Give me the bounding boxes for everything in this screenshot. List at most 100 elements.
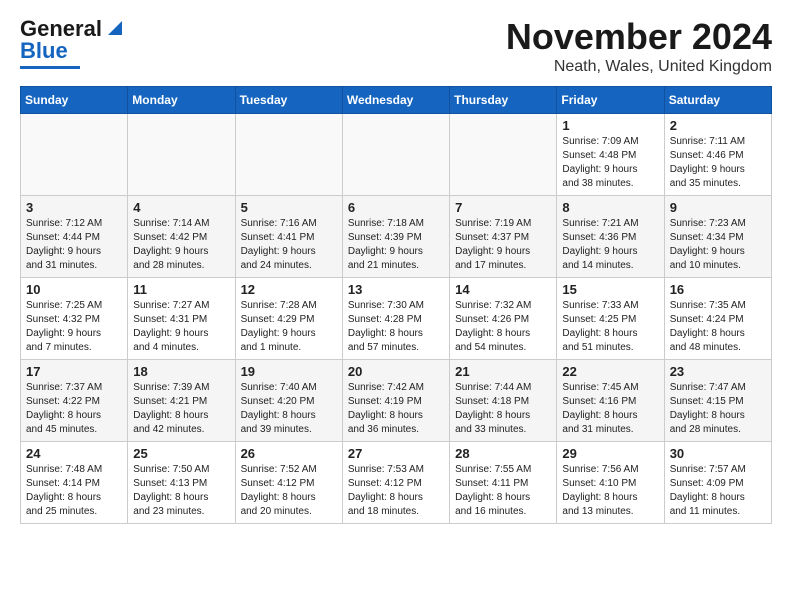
day-info: Sunrise: 7:52 AM Sunset: 4:12 PM Dayligh… <box>241 463 337 519</box>
logo: General Blue <box>20 16 126 69</box>
col-header-tuesday: Tuesday <box>235 87 342 114</box>
day-number: 19 <box>241 364 337 379</box>
col-header-sunday: Sunday <box>21 87 128 114</box>
calendar-cell: 15 Sunrise: 7:33 AM Sunset: 4:25 PM Dayli… <box>557 278 664 360</box>
calendar-cell: 23Sunrise: 7:47 AM Sunset: 4:15 PM Dayli… <box>664 360 771 442</box>
day-info: Sunrise: 7:27 AM Sunset: 4:31 PM Dayligh… <box>133 299 229 355</box>
calendar-cell: 17 Sunrise: 7:37 AM Sunset: 4:22 PM Dayli… <box>21 360 128 442</box>
col-header-saturday: Saturday <box>664 87 771 114</box>
day-info: Sunrise: 7:32 AM Sunset: 4:26 PM Dayligh… <box>455 299 551 355</box>
calendar-cell: 2Sunrise: 7:11 AM Sunset: 4:46 PM Daylig… <box>664 114 771 196</box>
calendar-cell: 18 Sunrise: 7:39 AM Sunset: 4:21 PM Dayli… <box>128 360 235 442</box>
calendar-cell: 30 Sunrise: 7:57 AM Sunset: 4:09 PM Dayli… <box>664 442 771 524</box>
calendar-cell: 6Sunrise: 7:18 AM Sunset: 4:39 PM Daylig… <box>342 196 449 278</box>
calendar-cell: 14 Sunrise: 7:32 AM Sunset: 4:26 PM Dayli… <box>450 278 557 360</box>
calendar-cell: 3 Sunrise: 7:12 AM Sunset: 4:44 PM Daylig… <box>21 196 128 278</box>
calendar-cell: 8 Sunrise: 7:21 AM Sunset: 4:36 PM Daylig… <box>557 196 664 278</box>
calendar-cell: 9 Sunrise: 7:23 AM Sunset: 4:34 PM Daylig… <box>664 196 771 278</box>
day-info: Sunrise: 7:39 AM Sunset: 4:21 PM Dayligh… <box>133 381 229 437</box>
calendar-cell: 26 Sunrise: 7:52 AM Sunset: 4:12 PM Dayli… <box>235 442 342 524</box>
calendar-cell: 19 Sunrise: 7:40 AM Sunset: 4:20 PM Dayli… <box>235 360 342 442</box>
day-number: 26 <box>241 446 337 461</box>
calendar-cell: 16 Sunrise: 7:35 AM Sunset: 4:24 PM Dayli… <box>664 278 771 360</box>
day-info: Sunrise: 7:37 AM Sunset: 4:22 PM Dayligh… <box>26 381 122 437</box>
calendar-table: SundayMondayTuesdayWednesdayThursdayFrid… <box>20 86 772 524</box>
calendar-cell <box>21 114 128 196</box>
day-info: Sunrise: 7:21 AM Sunset: 4:36 PM Dayligh… <box>562 217 658 273</box>
day-info: Sunrise: 7:48 AM Sunset: 4:14 PM Dayligh… <box>26 463 122 519</box>
calendar-cell: 13Sunrise: 7:30 AM Sunset: 4:28 PM Dayli… <box>342 278 449 360</box>
day-info: Sunrise: 7:23 AM Sunset: 4:34 PM Dayligh… <box>670 217 766 273</box>
calendar-cell: 22 Sunrise: 7:45 AM Sunset: 4:16 PM Dayli… <box>557 360 664 442</box>
page-header: General Blue November 2024 Neath, Wales,… <box>20 16 772 76</box>
day-info: Sunrise: 7:33 AM Sunset: 4:25 PM Dayligh… <box>562 299 658 355</box>
day-info: Sunrise: 7:09 AM Sunset: 4:48 PM Dayligh… <box>562 135 658 191</box>
day-number: 18 <box>133 364 229 379</box>
day-number: 27 <box>348 446 444 461</box>
col-header-monday: Monday <box>128 87 235 114</box>
calendar-cell: 5 Sunrise: 7:16 AM Sunset: 4:41 PM Daylig… <box>235 196 342 278</box>
day-info: Sunrise: 7:55 AM Sunset: 4:11 PM Dayligh… <box>455 463 551 519</box>
day-number: 3 <box>26 200 122 215</box>
day-info: Sunrise: 7:30 AM Sunset: 4:28 PM Dayligh… <box>348 299 444 355</box>
day-number: 24 <box>26 446 122 461</box>
calendar-cell: 11Sunrise: 7:27 AM Sunset: 4:31 PM Dayli… <box>128 278 235 360</box>
logo-underline <box>20 66 80 69</box>
day-number: 29 <box>562 446 658 461</box>
day-number: 6 <box>348 200 444 215</box>
calendar-week-row: 17 Sunrise: 7:37 AM Sunset: 4:22 PM Dayli… <box>21 360 772 442</box>
day-number: 21 <box>455 364 551 379</box>
calendar-cell: 1 Sunrise: 7:09 AM Sunset: 4:48 PM Daylig… <box>557 114 664 196</box>
day-number: 10 <box>26 282 122 297</box>
day-number: 12 <box>241 282 337 297</box>
col-header-thursday: Thursday <box>450 87 557 114</box>
day-number: 15 <box>562 282 658 297</box>
calendar-cell: 10Sunrise: 7:25 AM Sunset: 4:32 PM Dayli… <box>21 278 128 360</box>
day-info: Sunrise: 7:14 AM Sunset: 4:42 PM Dayligh… <box>133 217 229 273</box>
calendar-header-row: SundayMondayTuesdayWednesdayThursdayFrid… <box>21 87 772 114</box>
calendar-cell: 24 Sunrise: 7:48 AM Sunset: 4:14 PM Dayli… <box>21 442 128 524</box>
calendar-cell: 4Sunrise: 7:14 AM Sunset: 4:42 PM Daylig… <box>128 196 235 278</box>
day-number: 16 <box>670 282 766 297</box>
calendar-cell: 27Sunrise: 7:53 AM Sunset: 4:12 PM Dayli… <box>342 442 449 524</box>
day-number: 30 <box>670 446 766 461</box>
day-info: Sunrise: 7:19 AM Sunset: 4:37 PM Dayligh… <box>455 217 551 273</box>
col-header-wednesday: Wednesday <box>342 87 449 114</box>
logo-blue: Blue <box>20 38 68 64</box>
day-info: Sunrise: 7:35 AM Sunset: 4:24 PM Dayligh… <box>670 299 766 355</box>
calendar-week-row: 24 Sunrise: 7:48 AM Sunset: 4:14 PM Dayli… <box>21 442 772 524</box>
calendar-cell <box>450 114 557 196</box>
day-number: 22 <box>562 364 658 379</box>
day-number: 17 <box>26 364 122 379</box>
day-number: 14 <box>455 282 551 297</box>
calendar-cell <box>235 114 342 196</box>
day-info: Sunrise: 7:50 AM Sunset: 4:13 PM Dayligh… <box>133 463 229 519</box>
day-number: 8 <box>562 200 658 215</box>
calendar-week-row: 1 Sunrise: 7:09 AM Sunset: 4:48 PM Daylig… <box>21 114 772 196</box>
day-info: Sunrise: 7:57 AM Sunset: 4:09 PM Dayligh… <box>670 463 766 519</box>
calendar-cell <box>342 114 449 196</box>
day-info: Sunrise: 7:56 AM Sunset: 4:10 PM Dayligh… <box>562 463 658 519</box>
day-number: 5 <box>241 200 337 215</box>
day-info: Sunrise: 7:40 AM Sunset: 4:20 PM Dayligh… <box>241 381 337 437</box>
day-info: Sunrise: 7:16 AM Sunset: 4:41 PM Dayligh… <box>241 217 337 273</box>
day-info: Sunrise: 7:45 AM Sunset: 4:16 PM Dayligh… <box>562 381 658 437</box>
day-number: 1 <box>562 118 658 133</box>
title-area: November 2024 Neath, Wales, United Kingd… <box>506 16 772 76</box>
calendar-cell: 7 Sunrise: 7:19 AM Sunset: 4:37 PM Daylig… <box>450 196 557 278</box>
day-info: Sunrise: 7:12 AM Sunset: 4:44 PM Dayligh… <box>26 217 122 273</box>
location-title: Neath, Wales, United Kingdom <box>506 58 772 76</box>
day-number: 9 <box>670 200 766 215</box>
day-number: 7 <box>455 200 551 215</box>
col-header-friday: Friday <box>557 87 664 114</box>
calendar-cell: 25Sunrise: 7:50 AM Sunset: 4:13 PM Dayli… <box>128 442 235 524</box>
calendar-week-row: 10Sunrise: 7:25 AM Sunset: 4:32 PM Dayli… <box>21 278 772 360</box>
day-number: 2 <box>670 118 766 133</box>
logo-icon <box>104 17 126 39</box>
day-number: 28 <box>455 446 551 461</box>
calendar-cell: 21Sunrise: 7:44 AM Sunset: 4:18 PM Dayli… <box>450 360 557 442</box>
calendar-cell: 28 Sunrise: 7:55 AM Sunset: 4:11 PM Dayli… <box>450 442 557 524</box>
calendar-cell: 12Sunrise: 7:28 AM Sunset: 4:29 PM Dayli… <box>235 278 342 360</box>
calendar-cell: 29 Sunrise: 7:56 AM Sunset: 4:10 PM Dayli… <box>557 442 664 524</box>
day-info: Sunrise: 7:42 AM Sunset: 4:19 PM Dayligh… <box>348 381 444 437</box>
